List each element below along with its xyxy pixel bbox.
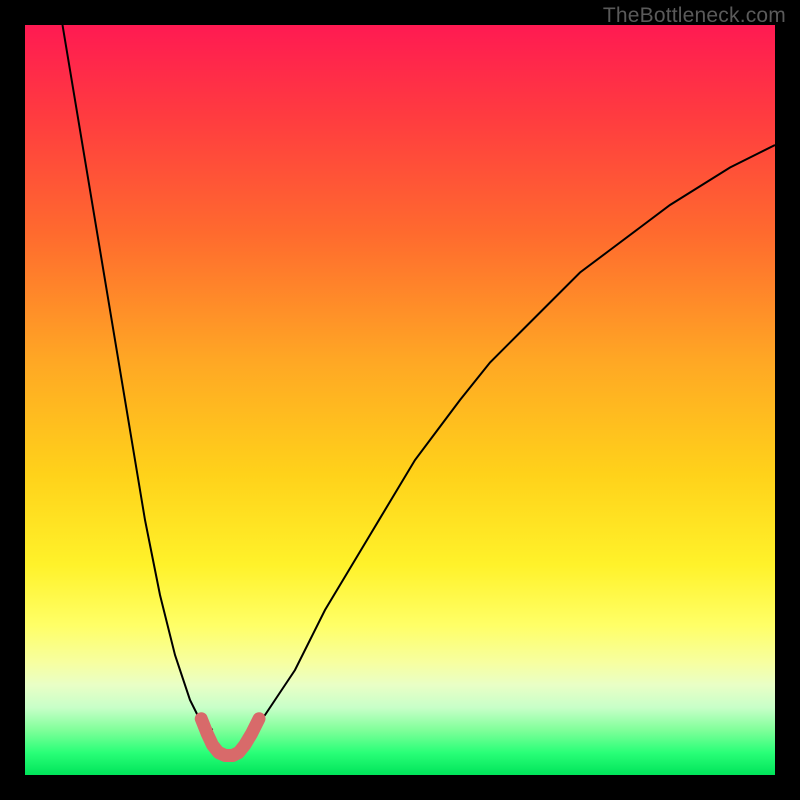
chart-svg xyxy=(25,25,775,775)
chart-frame: TheBottleneck.com xyxy=(0,0,800,800)
plot-area xyxy=(25,25,775,775)
gradient-background xyxy=(25,25,775,775)
